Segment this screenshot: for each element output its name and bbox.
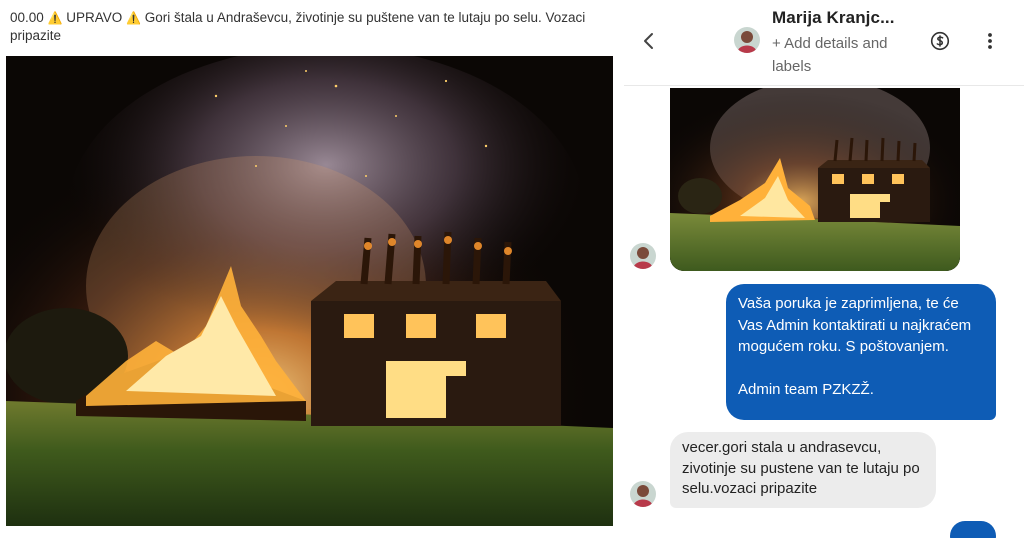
warning-icon: ⚠️ <box>126 11 142 25</box>
avatar[interactable] <box>734 27 760 53</box>
more-options-button[interactable] <box>980 31 1000 51</box>
messenger-chat: Marija Kranjc... + Add details and label… <box>624 0 1024 538</box>
more-vertical-icon <box>988 33 992 49</box>
contact-name[interactable]: Marija Kranjc... <box>772 8 895 28</box>
dollar-circle-icon <box>930 31 950 51</box>
back-button[interactable] <box>638 30 660 52</box>
outgoing-message-text: Vaša poruka je zaprimljena, te će Vas Ad… <box>738 295 972 355</box>
barn-fire-thumbnail <box>670 88 960 271</box>
barn-fire-image <box>6 56 613 526</box>
panel-divider <box>616 0 624 538</box>
payment-button[interactable] <box>930 31 950 51</box>
facebook-post: 00.00 ⚠️ UPRAVO ⚠️ Gori štala u Andrašev… <box>0 0 616 538</box>
post-flag: UPRAVO <box>66 10 123 25</box>
avatar <box>630 481 656 507</box>
contact-avatar-image <box>630 243 656 269</box>
incoming-message-text: vecer.gori stala u andrasevcu, zivotinje… <box>682 439 920 497</box>
avatar <box>630 243 656 269</box>
chat-header: Marija Kranjc... + Add details and label… <box>624 0 1024 86</box>
post-time: 00.00 <box>10 10 44 25</box>
outgoing-message-signature: Admin team PZKZŽ. <box>738 381 874 398</box>
post-text: 00.00 ⚠️ UPRAVO ⚠️ Gori štala u Andrašev… <box>10 9 610 45</box>
photo-message[interactable] <box>670 88 960 271</box>
add-details-link[interactable]: + Add details and labels <box>772 32 922 78</box>
outgoing-message-bubble[interactable]: Vaša poruka je zaprimljena, te će Vas Ad… <box>726 284 996 420</box>
incoming-message-bubble[interactable]: vecer.gori stala u andrasevcu, zivotinje… <box>670 432 936 508</box>
chevron-left-icon <box>644 33 653 49</box>
barn-fire-photo[interactable] <box>6 56 613 526</box>
contact-avatar-image <box>734 27 760 53</box>
contact-avatar-image <box>630 481 656 507</box>
outgoing-message-bubble-partial[interactable] <box>950 521 996 538</box>
warning-icon: ⚠️ <box>47 11 63 25</box>
